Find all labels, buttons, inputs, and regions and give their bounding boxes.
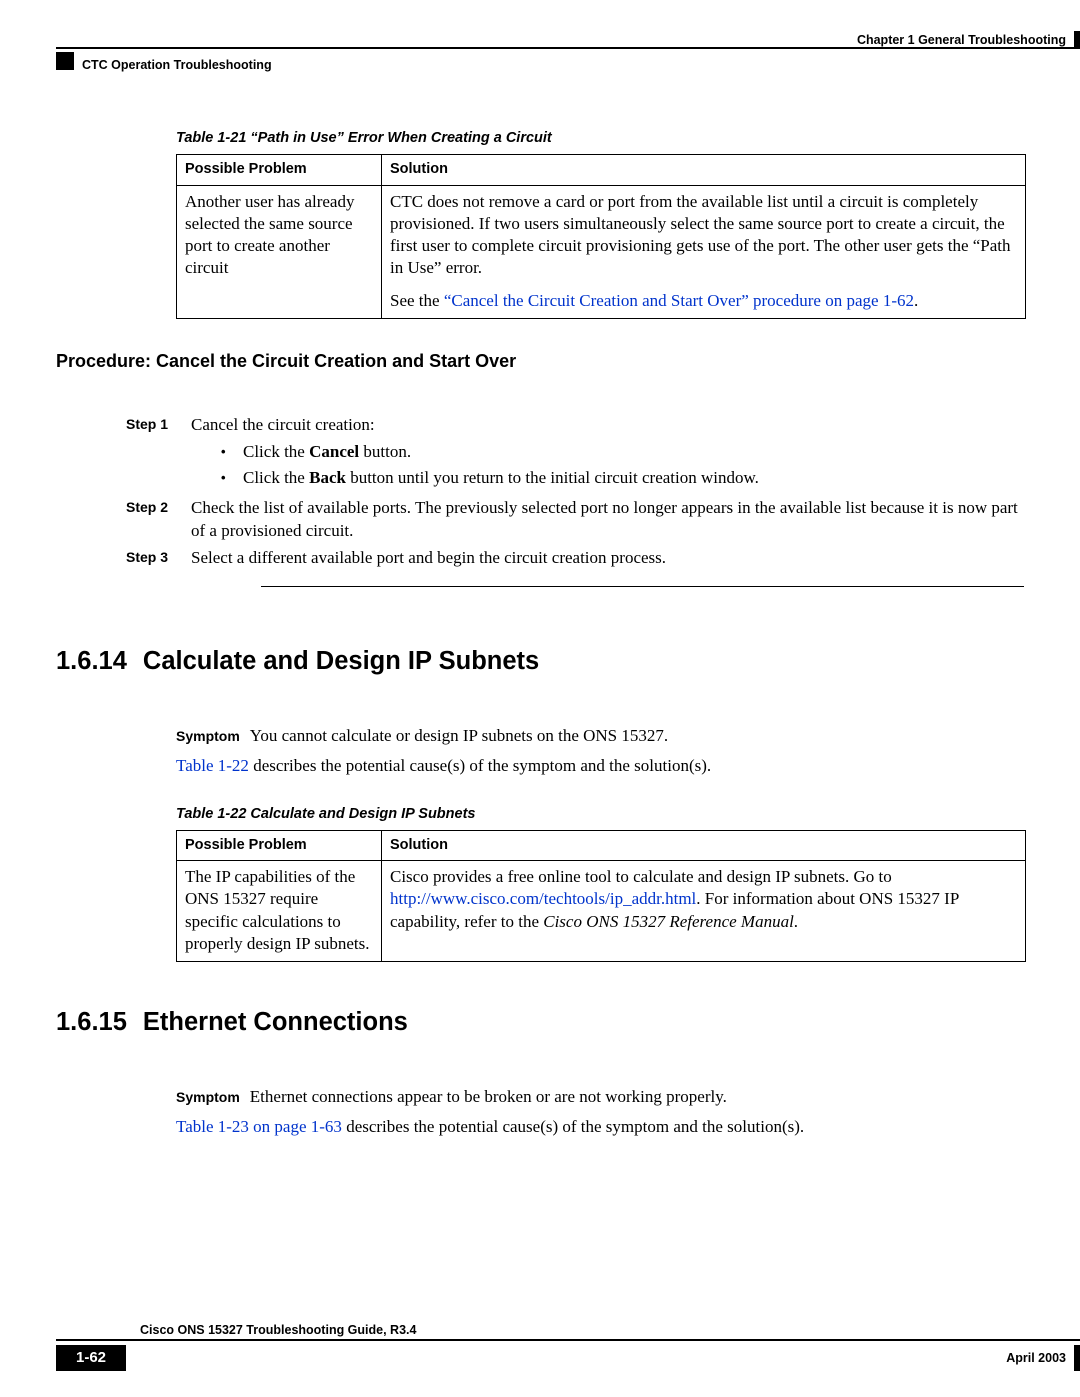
table-21-th1: Possible Problem bbox=[177, 155, 382, 186]
header-rule bbox=[56, 47, 1080, 49]
b2-post: button until you return to the initial c… bbox=[346, 468, 759, 487]
footer-doc-title: Cisco ONS 15327 Troubleshooting Guide, R… bbox=[140, 1323, 416, 1337]
section-14-symptom-text: You cannot calculate or design IP subnet… bbox=[250, 726, 668, 745]
step-1-bullet-2: • Click the Back button until you return… bbox=[191, 467, 1024, 490]
bullet-icon: • bbox=[221, 467, 243, 490]
link-cancel-procedure[interactable]: “Cancel the Circuit Creation and Start O… bbox=[444, 291, 914, 310]
table-22-problem: The IP capabilities of the ONS 15327 req… bbox=[177, 861, 382, 961]
step-1: Step 1 Cancel the circuit creation: • Cl… bbox=[126, 414, 1024, 493]
b2-bold: Back bbox=[309, 468, 346, 487]
symptom-label: Symptom bbox=[176, 1089, 240, 1105]
t22-sol-pre: Cisco provides a free online tool to cal… bbox=[390, 867, 892, 886]
step-3-label: Step 3 bbox=[126, 547, 191, 570]
table-22-th1: Possible Problem bbox=[177, 830, 382, 861]
section-1-6-15-title: Ethernet Connections bbox=[143, 1008, 408, 1036]
procedure-title: Procedure: Cancel the Circuit Creation a… bbox=[56, 351, 1024, 372]
header-chapter: Chapter 1 General Troubleshooting bbox=[857, 33, 1066, 47]
step-2-label: Step 2 bbox=[126, 497, 191, 543]
step-1-label: Step 1 bbox=[126, 414, 191, 493]
section-14-desc-post: describes the potential cause(s) of the … bbox=[249, 756, 711, 775]
section-15-desc-post: describes the potential cause(s) of the … bbox=[342, 1117, 804, 1136]
table-21-blank bbox=[177, 285, 382, 319]
table-22-solution: Cisco provides a free online tool to cal… bbox=[382, 861, 1026, 961]
table-22-th2: Solution bbox=[382, 830, 1026, 861]
b1-post: button. bbox=[359, 442, 411, 461]
step-1-bullet-1-text: Click the Cancel button. bbox=[243, 441, 411, 464]
step-1-bullet-1: • Click the Cancel button. bbox=[191, 441, 1024, 464]
table-21-solution1: CTC does not remove a card or port from … bbox=[382, 185, 1026, 285]
link-table-1-23[interactable]: Table 1-23 on page 1-63 bbox=[176, 1117, 342, 1136]
page-content: Table 1-21 “Path in Use” Error When Crea… bbox=[56, 130, 1024, 1138]
footer-page-number: 1-62 bbox=[56, 1345, 126, 1371]
section-1-6-15-num: 1.6.15 bbox=[56, 1008, 127, 1036]
section-15-desc: Table 1-23 on page 1-63 describes the po… bbox=[176, 1115, 1024, 1139]
b1-bold: Cancel bbox=[309, 442, 359, 461]
section-15-symptom-text: Ethernet connections appear to be broken… bbox=[250, 1087, 727, 1106]
table-22: Possible Problem Solution The IP capabil… bbox=[176, 830, 1026, 962]
section-1-6-14-heading: 1.6.14 Calculate and Design IP Subnets bbox=[56, 647, 1024, 676]
bullet-icon: • bbox=[221, 441, 243, 464]
b2-pre: Click the bbox=[243, 468, 309, 487]
step-2: Step 2 Check the list of available ports… bbox=[126, 497, 1024, 543]
table-21-caption: Table 1-21 “Path in Use” Error When Crea… bbox=[176, 130, 1024, 146]
table-21-th2: Solution bbox=[382, 155, 1026, 186]
table-21-s2-pre: See the bbox=[390, 291, 444, 310]
steps-end-rule bbox=[261, 586, 1024, 587]
link-cisco-ip-tool[interactable]: http://www.cisco.com/techtools/ip_addr.h… bbox=[390, 889, 696, 908]
b1-pre: Click the bbox=[243, 442, 309, 461]
section-15-symptom-line: Symptom Ethernet connections appear to be… bbox=[176, 1085, 1024, 1109]
link-table-1-22[interactable]: Table 1-22 bbox=[176, 756, 249, 775]
section-1-6-14-title: Calculate and Design IP Subnets bbox=[143, 647, 539, 675]
step-1-text: Cancel the circuit creation: bbox=[191, 415, 375, 434]
step-3-text: Select a different available port and be… bbox=[191, 547, 1024, 570]
footer-date: April 2003 bbox=[1006, 1351, 1066, 1365]
section-1-6-14-num: 1.6.14 bbox=[56, 647, 127, 675]
procedure-steps: Step 1 Cancel the circuit creation: • Cl… bbox=[126, 414, 1024, 587]
table-22-caption: Table 1-22 Calculate and Design IP Subne… bbox=[176, 806, 1024, 822]
t22-sol-em: Cisco ONS 15327 Reference Manual bbox=[543, 912, 794, 931]
footer-rule bbox=[56, 1339, 1080, 1341]
step-1-bullet-2-text: Click the Back button until you return t… bbox=[243, 467, 759, 490]
symptom-label: Symptom bbox=[176, 728, 240, 744]
section-14-symptom-line: Symptom You cannot calculate or design IP… bbox=[176, 724, 1024, 748]
footer-bar-right bbox=[1074, 1345, 1080, 1371]
section-1-6-15-heading: 1.6.15 Ethernet Connections bbox=[56, 1008, 1024, 1037]
header-section: CTC Operation Troubleshooting bbox=[82, 58, 272, 72]
table-21: Possible Problem Solution Another user h… bbox=[176, 154, 1026, 319]
step-3: Step 3 Select a different available port… bbox=[126, 547, 1024, 570]
header-square-icon bbox=[56, 52, 74, 70]
section-15-symptom-block: Symptom Ethernet connections appear to be… bbox=[176, 1085, 1024, 1139]
section-14-desc: Table 1-22 describes the potential cause… bbox=[176, 754, 1024, 778]
step-2-text: Check the list of available ports. The p… bbox=[191, 497, 1024, 543]
t22-sol-post: . bbox=[794, 912, 798, 931]
table-21-problem: Another user has already selected the sa… bbox=[177, 185, 382, 285]
table-21-s2-post: . bbox=[914, 291, 918, 310]
step-1-body: Cancel the circuit creation: • Click the… bbox=[191, 414, 1024, 493]
header-bar-right bbox=[1074, 31, 1080, 49]
section-14-symptom-block: Symptom You cannot calculate or design IP… bbox=[176, 724, 1024, 778]
table-21-solution2: See the “Cancel the Circuit Creation and… bbox=[382, 285, 1026, 319]
